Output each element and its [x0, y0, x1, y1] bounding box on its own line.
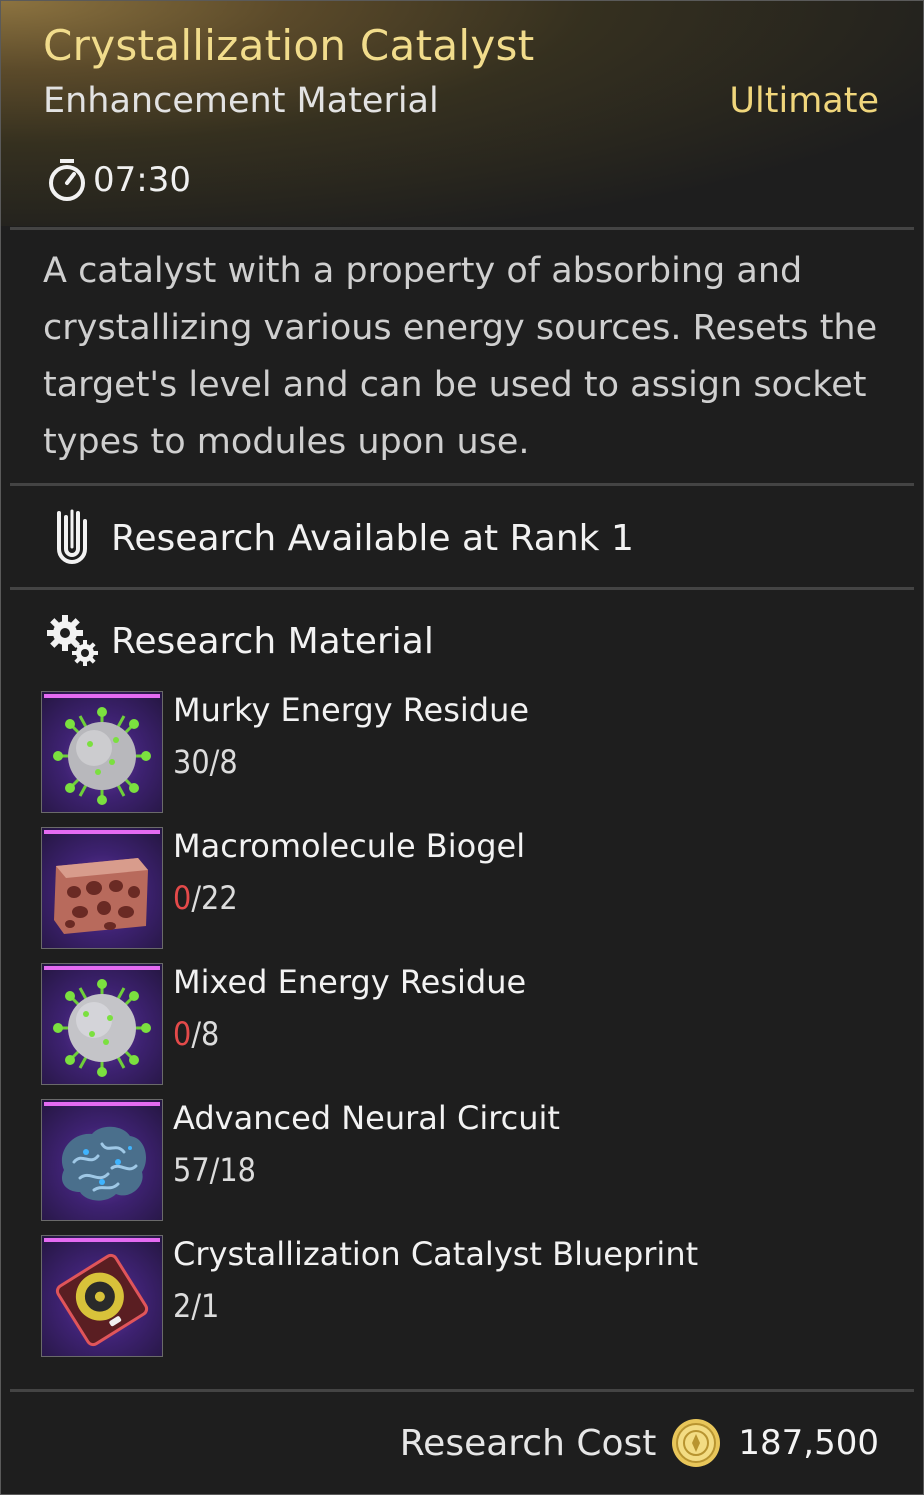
research-material-title: Research Material: [111, 620, 434, 662]
material-name: Crystallization Catalyst Blueprint: [173, 1235, 699, 1273]
virus-icon: [53, 979, 151, 1077]
divider: [10, 227, 914, 230]
divider: [10, 587, 914, 590]
material-icon-frame: [41, 1235, 163, 1357]
material-item[interactable]: Murky Energy Residue 30/8: [41, 691, 901, 813]
item-type: Enhancement Material: [43, 81, 439, 121]
research-rank-text: Research Available at Rank 1: [111, 517, 634, 559]
research-material-heading: Research Material: [43, 613, 434, 669]
research-rank-row: Research Available at Rank 1: [49, 506, 634, 570]
biogel-icon: [54, 858, 148, 934]
research-cost-row: Research Cost 187,500: [400, 1411, 879, 1475]
material-name: Murky Energy Residue: [173, 691, 530, 729]
material-name: Macromolecule Biogel: [173, 827, 526, 865]
brain-icon: [61, 1126, 146, 1201]
material-icon-frame: [41, 691, 163, 813]
gold-coin-icon: [672, 1419, 721, 1467]
material-item[interactable]: Mixed Energy Residue 0/8: [41, 963, 901, 1085]
material-item[interactable]: Advanced Neural Circuit 57/18: [41, 1099, 901, 1221]
virus-icon: [53, 707, 151, 805]
material-icon-frame: [41, 827, 163, 949]
item-title: Crystallization Catalyst: [43, 21, 535, 70]
divider: [10, 1389, 914, 1392]
material-count: 0/8: [173, 1015, 220, 1053]
material-item[interactable]: Macromolecule Biogel 0/22: [41, 827, 901, 949]
material-name: Advanced Neural Circuit: [173, 1099, 560, 1137]
material-count: 0/22: [173, 879, 238, 917]
material-count: 30/8: [173, 743, 238, 781]
divider: [10, 483, 914, 486]
material-icon-frame: [41, 963, 163, 1085]
material-count: 2/1: [173, 1287, 220, 1325]
item-tooltip: Crystallization Catalyst Enhancement Mat…: [0, 0, 924, 1495]
research-clip-icon: [57, 509, 87, 564]
gears-icon: [47, 615, 98, 666]
research-cost-label: Research Cost: [399, 1422, 657, 1464]
tooltip-header: Crystallization Catalyst Enhancement Mat…: [1, 1, 923, 226]
material-name: Mixed Energy Residue: [173, 963, 527, 1001]
material-count: 57/18: [173, 1151, 256, 1189]
item-description: A catalyst with a property of absorbing …: [43, 251, 878, 462]
material-item[interactable]: Crystallization Catalyst Blueprint 2/1: [41, 1235, 901, 1357]
timer-value: 07:30: [93, 160, 191, 200]
item-grade: Ultimate: [729, 81, 879, 121]
material-icon-frame: [41, 1099, 163, 1221]
research-cost-value: 187,500: [738, 1423, 879, 1463]
timer: 07:30: [47, 156, 191, 204]
blueprint-disc-icon: [55, 1253, 149, 1347]
stopwatch-icon: [49, 159, 85, 201]
